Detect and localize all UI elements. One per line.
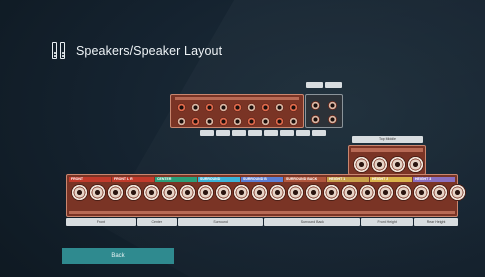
speaker-terminal-icon bbox=[449, 184, 466, 201]
speaker-terminal-panel: FRONT FRONT L R CENTER SURROUND SURROUND B SU… bbox=[66, 174, 466, 217]
segment-label: SURROUND BACK bbox=[284, 177, 326, 182]
speaker-terminal-icon bbox=[107, 184, 124, 201]
segment-label: HEIGHT 1 bbox=[327, 177, 369, 182]
speaker-terminal-icon bbox=[353, 156, 370, 173]
segment-label: FRONT L R bbox=[112, 177, 154, 182]
top-side-tag bbox=[325, 82, 342, 88]
channel-tag: Surround Back bbox=[264, 218, 361, 226]
terminal-post-icon bbox=[219, 117, 228, 126]
speaker-terminal-icon bbox=[197, 184, 214, 201]
segment-label: HEIGHT 2 bbox=[370, 177, 412, 182]
terminal-post-icon bbox=[275, 103, 284, 112]
speaker-terminal-icon bbox=[305, 184, 322, 201]
terminal-post-icon bbox=[275, 117, 284, 126]
terminal-post-icon bbox=[247, 117, 256, 126]
segment-label: SURROUND bbox=[198, 177, 240, 182]
speaker-pair-icon bbox=[52, 42, 66, 59]
terminal-post-icon bbox=[205, 117, 214, 126]
page-header: Speakers/Speaker Layout bbox=[52, 42, 222, 59]
channel-tag: Surround bbox=[177, 218, 264, 226]
speaker-terminal-icon bbox=[269, 184, 286, 201]
terminal-post-icon bbox=[219, 103, 228, 112]
subwoofer-terminal-panel bbox=[305, 94, 343, 128]
speaker-terminal-icon bbox=[377, 184, 394, 201]
terminal-post-icon bbox=[328, 115, 337, 124]
speaker-terminal-icon bbox=[341, 184, 358, 201]
segment-label: SURROUND B bbox=[241, 177, 283, 182]
speaker-terminal-icon bbox=[371, 156, 388, 173]
receiver-terminal-tags bbox=[200, 130, 326, 136]
speaker-terminal-icon bbox=[323, 184, 340, 201]
back-button[interactable]: Back bbox=[62, 248, 174, 264]
terminal-post-icon bbox=[311, 101, 320, 110]
terminal-post-icon bbox=[289, 117, 298, 126]
speaker-terminal-icon bbox=[161, 184, 178, 201]
speaker-terminal-icon bbox=[125, 184, 142, 201]
speaker-terminal-icon bbox=[89, 184, 106, 201]
terminal-post-icon bbox=[233, 103, 242, 112]
speaker-terminal-icon bbox=[179, 184, 196, 201]
terminal-post-icon bbox=[177, 103, 186, 112]
speaker-terminal-icon bbox=[389, 156, 406, 173]
receiver-terminal-panel bbox=[170, 94, 304, 128]
top-side-tag bbox=[306, 82, 323, 88]
terminal-post-icon bbox=[328, 101, 337, 110]
channel-tag: Center bbox=[136, 218, 177, 226]
speaker-terminal-icon bbox=[233, 184, 250, 201]
speaker-terminal-icon bbox=[215, 184, 232, 201]
channel-tag: Rear Height bbox=[414, 218, 458, 226]
speaker-terminal-icon bbox=[413, 184, 430, 201]
terminal-post-icon bbox=[289, 103, 298, 112]
segment-labels: FRONT FRONT L R CENTER SURROUND SURROUND B SU… bbox=[69, 177, 455, 182]
terminal-post-icon bbox=[177, 117, 186, 126]
screen: Speakers/Speaker Layout Top Middle FRONT… bbox=[0, 0, 485, 277]
terminal-post-icon bbox=[261, 117, 270, 126]
segment-label: CENTER bbox=[155, 177, 197, 182]
channel-tag: Front bbox=[66, 218, 136, 226]
top-middle-terminal-module bbox=[348, 145, 426, 175]
speaker-terminal-icon bbox=[431, 184, 448, 201]
speaker-terminal-icon bbox=[395, 184, 412, 201]
top-side-tags bbox=[306, 82, 342, 88]
channel-tag: Front Height bbox=[361, 218, 414, 226]
terminal-post-icon bbox=[233, 117, 242, 126]
terminal-post-icon bbox=[311, 115, 320, 124]
segment-label: FRONT bbox=[69, 177, 111, 182]
terminal-post-icon bbox=[205, 103, 214, 112]
terminal-post-icon bbox=[191, 117, 200, 126]
speaker-terminal-row bbox=[71, 184, 466, 201]
speaker-terminal-icon bbox=[359, 184, 376, 201]
speaker-terminal-icon bbox=[143, 184, 160, 201]
terminal-post-icon bbox=[191, 103, 200, 112]
page-title: Speakers/Speaker Layout bbox=[76, 43, 223, 58]
speaker-terminal-icon bbox=[71, 184, 88, 201]
top-middle-label: Top Middle bbox=[352, 136, 423, 143]
terminal-post-icon bbox=[247, 103, 256, 112]
speaker-terminal-icon bbox=[407, 156, 424, 173]
speaker-terminal-icon bbox=[287, 184, 304, 201]
segment-label: HEIGHT 3 bbox=[413, 177, 455, 182]
speaker-terminal-icon bbox=[251, 184, 268, 201]
channel-tags: Front Center Surround Surround Back Front He… bbox=[66, 218, 458, 226]
terminal-post-icon bbox=[261, 103, 270, 112]
